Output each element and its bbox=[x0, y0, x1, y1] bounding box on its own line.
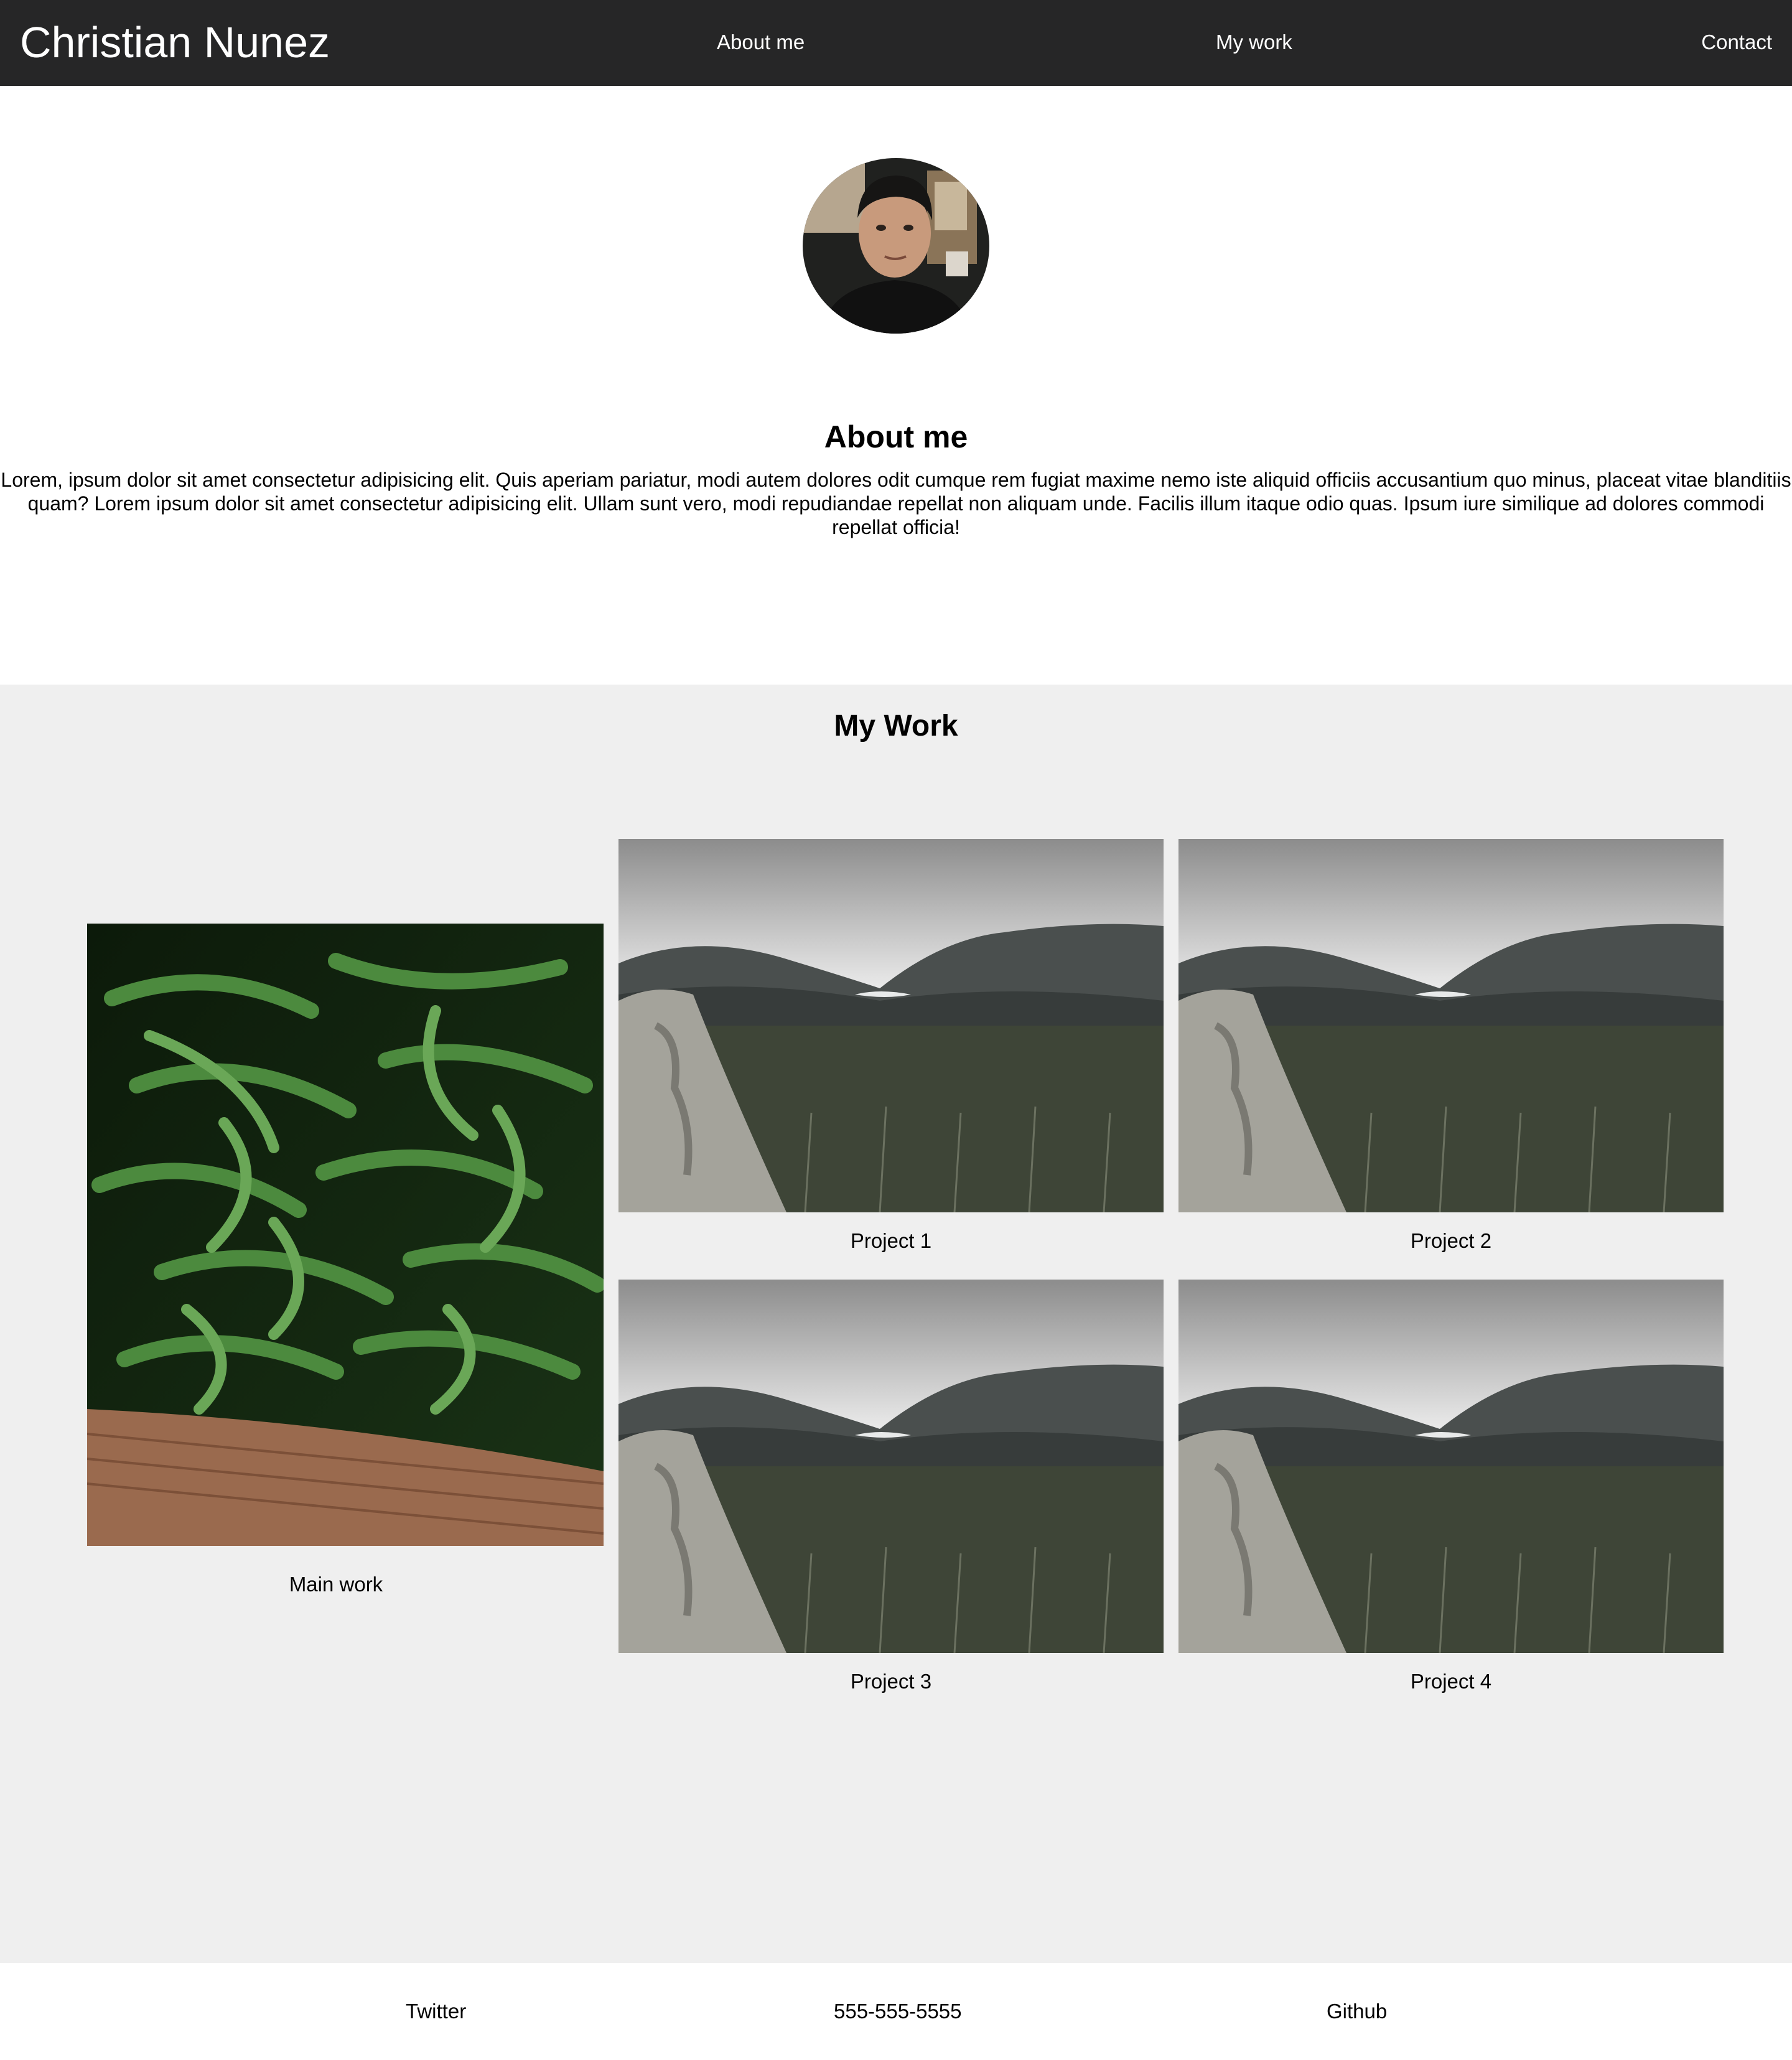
about-title: About me bbox=[824, 419, 968, 454]
project-2-image[interactable] bbox=[1178, 839, 1724, 1212]
landscape-image bbox=[618, 1280, 1164, 1653]
site-footer: Twitter 555-555-5555 Github bbox=[0, 1963, 1792, 2060]
project-2-label: Project 2 bbox=[1410, 1229, 1492, 1252]
project-4-label: Project 4 bbox=[1410, 1670, 1492, 1693]
main-work-image[interactable] bbox=[87, 924, 604, 1546]
footer-phone: 555-555-5555 bbox=[834, 2000, 962, 2023]
nav-contact-link[interactable]: Contact bbox=[1701, 30, 1772, 55]
project-1-label: Project 1 bbox=[850, 1229, 932, 1252]
project-1-image[interactable] bbox=[618, 839, 1164, 1212]
project-4-image[interactable] bbox=[1178, 1280, 1724, 1653]
brand-name[interactable]: Christian Nunez bbox=[20, 17, 330, 67]
green-beans-image bbox=[87, 924, 604, 1546]
work-section: My Work Main work Project 1 Project 2 Pr… bbox=[0, 685, 1792, 1963]
project-3-label: Project 3 bbox=[850, 1670, 932, 1693]
footer-twitter-link[interactable]: Twitter bbox=[406, 1999, 466, 2024]
work-title: My Work bbox=[834, 709, 958, 742]
about-section: About me Lorem, ipsum dolor sit amet con… bbox=[0, 86, 1792, 685]
landscape-image bbox=[618, 839, 1164, 1212]
avatar bbox=[803, 158, 989, 334]
footer-github-link[interactable]: Github bbox=[1327, 1999, 1387, 2024]
site-header: Christian Nunez About me My work Contact bbox=[0, 0, 1792, 86]
landscape-image bbox=[1178, 839, 1724, 1212]
project-3-image[interactable] bbox=[618, 1280, 1164, 1653]
nav-about-link[interactable]: About me bbox=[717, 30, 805, 55]
portrait-image bbox=[803, 158, 989, 334]
landscape-image bbox=[1178, 1280, 1724, 1653]
about-paragraph: Lorem, ipsum dolor sit amet consectetur … bbox=[1, 469, 1791, 538]
nav-work-link[interactable]: My work bbox=[1216, 30, 1292, 55]
main-work-label: Main work bbox=[289, 1573, 383, 1596]
